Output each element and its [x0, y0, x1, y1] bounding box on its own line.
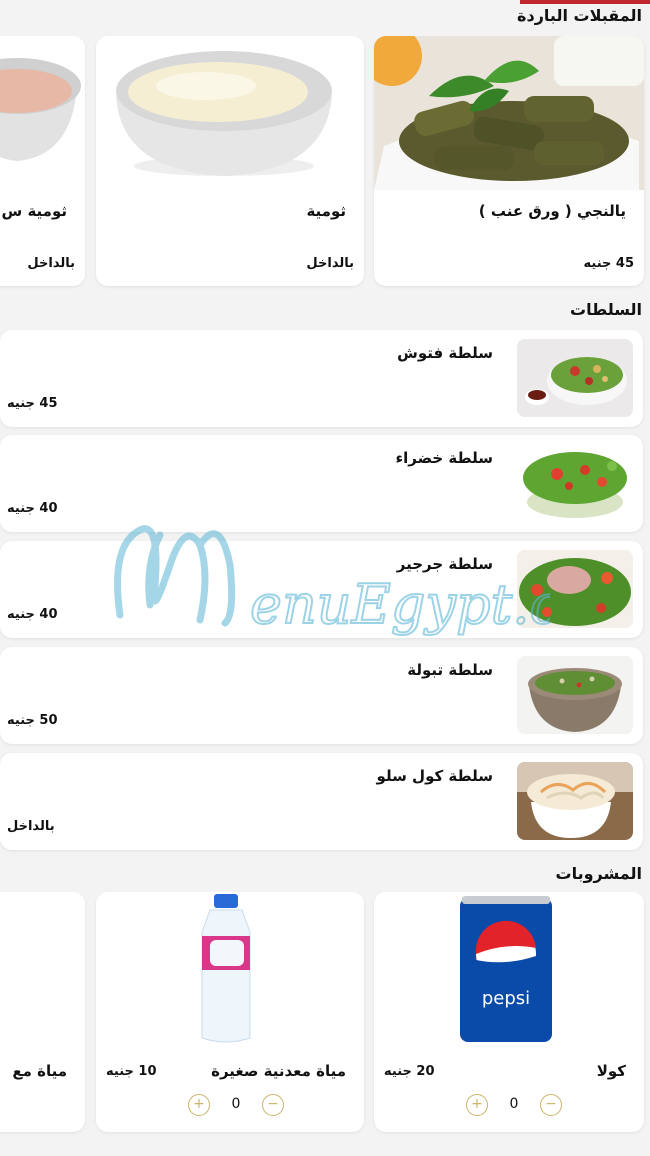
- item-price: بالداخل: [27, 256, 75, 271]
- water-image: [0, 892, 85, 1046]
- item-name: سلطة خضراء: [395, 449, 493, 467]
- top-bar: [0, 0, 650, 4]
- minus-button[interactable]: −: [262, 1094, 284, 1116]
- salad-item[interactable]: سلطة خضراء 40 جنيه: [0, 435, 643, 532]
- salad-item[interactable]: سلطة جرجير 40 جنيه: [0, 541, 643, 638]
- section-title-cold-appetizers: المقبلات الباردة: [517, 6, 642, 25]
- item-name: سلطة جرجير: [396, 555, 493, 573]
- section-title-drinks: المشروبات: [555, 864, 643, 883]
- item-name: يالنجي ( ورق عنب ): [478, 202, 626, 220]
- menu-card[interactable]: يالنجي ( ورق عنب ) 45 جنيه: [374, 36, 644, 286]
- coleslaw-image: [517, 762, 633, 840]
- quantity-stepper[interactable]: + 0 −: [188, 1094, 284, 1118]
- salad-item[interactable]: سلطة تبولة 50 جنيه: [0, 647, 643, 744]
- pepsi-can-image: pepsi: [374, 892, 644, 1046]
- item-name: سلطة كول سلو: [376, 767, 493, 785]
- item-price: 20 جنيه: [384, 1064, 435, 1079]
- menu-card[interactable]: ثومية س بالداخل: [0, 36, 85, 286]
- drink-card[interactable]: pepsi كولا 20 جنيه + 0 −: [374, 892, 644, 1132]
- item-price: 50 جنيه: [7, 713, 58, 728]
- garlic-sauce-image: [96, 36, 364, 190]
- quantity-value: 0: [509, 1096, 519, 1112]
- item-name: سلطة تبولة: [407, 661, 493, 679]
- item-name: ثومية: [306, 202, 346, 220]
- item-name: ثومية س: [1, 202, 67, 220]
- item-name: سلطة فتوش: [397, 344, 493, 362]
- fattoush-image: [517, 339, 633, 417]
- salad-item[interactable]: سلطة كول سلو بالداخل: [0, 753, 643, 850]
- item-price: 40 جنيه: [7, 607, 58, 622]
- menu-card[interactable]: ثومية بالداخل: [96, 36, 364, 286]
- plus-button[interactable]: +: [188, 1094, 210, 1116]
- salad-item[interactable]: سلطة فتوش 45 جنيه: [0, 330, 643, 427]
- arugula-salad-image: [517, 550, 633, 628]
- drinks-row[interactable]: pepsi كولا 20 جنيه + 0 − مياة معدنية صغي…: [0, 892, 650, 1142]
- water-bottle-image: [96, 892, 364, 1046]
- minus-button[interactable]: −: [540, 1094, 562, 1116]
- section-title-salads: السلطات: [570, 300, 642, 319]
- sauce-image: [0, 36, 85, 190]
- cold-appetizers-row[interactable]: يالنجي ( ورق عنب ) 45 جنيه ثومية بالداخل: [0, 36, 650, 296]
- plus-button[interactable]: +: [466, 1094, 488, 1116]
- item-name: كولا: [596, 1062, 626, 1080]
- green-salad-image: [517, 444, 633, 522]
- stuffed-grape-leaves-image: [374, 36, 644, 190]
- item-price: 40 جنيه: [7, 501, 58, 516]
- tabbouleh-image: [517, 656, 633, 734]
- active-tab-indicator: [520, 0, 650, 4]
- quantity-stepper[interactable]: + 0 −: [466, 1094, 562, 1118]
- item-name: مياة معدنية صغيرة: [211, 1062, 346, 1080]
- item-price: 45 جنيه: [583, 256, 635, 271]
- drink-card[interactable]: مياة مع: [0, 892, 85, 1132]
- item-price: 45 جنيه: [7, 396, 58, 411]
- item-name: مياة مع: [12, 1062, 67, 1080]
- item-price: 10 جنيه: [106, 1064, 157, 1079]
- quantity-value: 0: [231, 1096, 241, 1112]
- item-price: بالداخل: [7, 819, 55, 834]
- svg-text:pepsi: pepsi: [482, 988, 530, 1009]
- drink-card[interactable]: مياة معدنية صغيرة 10 جنيه + 0 −: [96, 892, 364, 1132]
- item-price: بالداخل: [306, 256, 354, 271]
